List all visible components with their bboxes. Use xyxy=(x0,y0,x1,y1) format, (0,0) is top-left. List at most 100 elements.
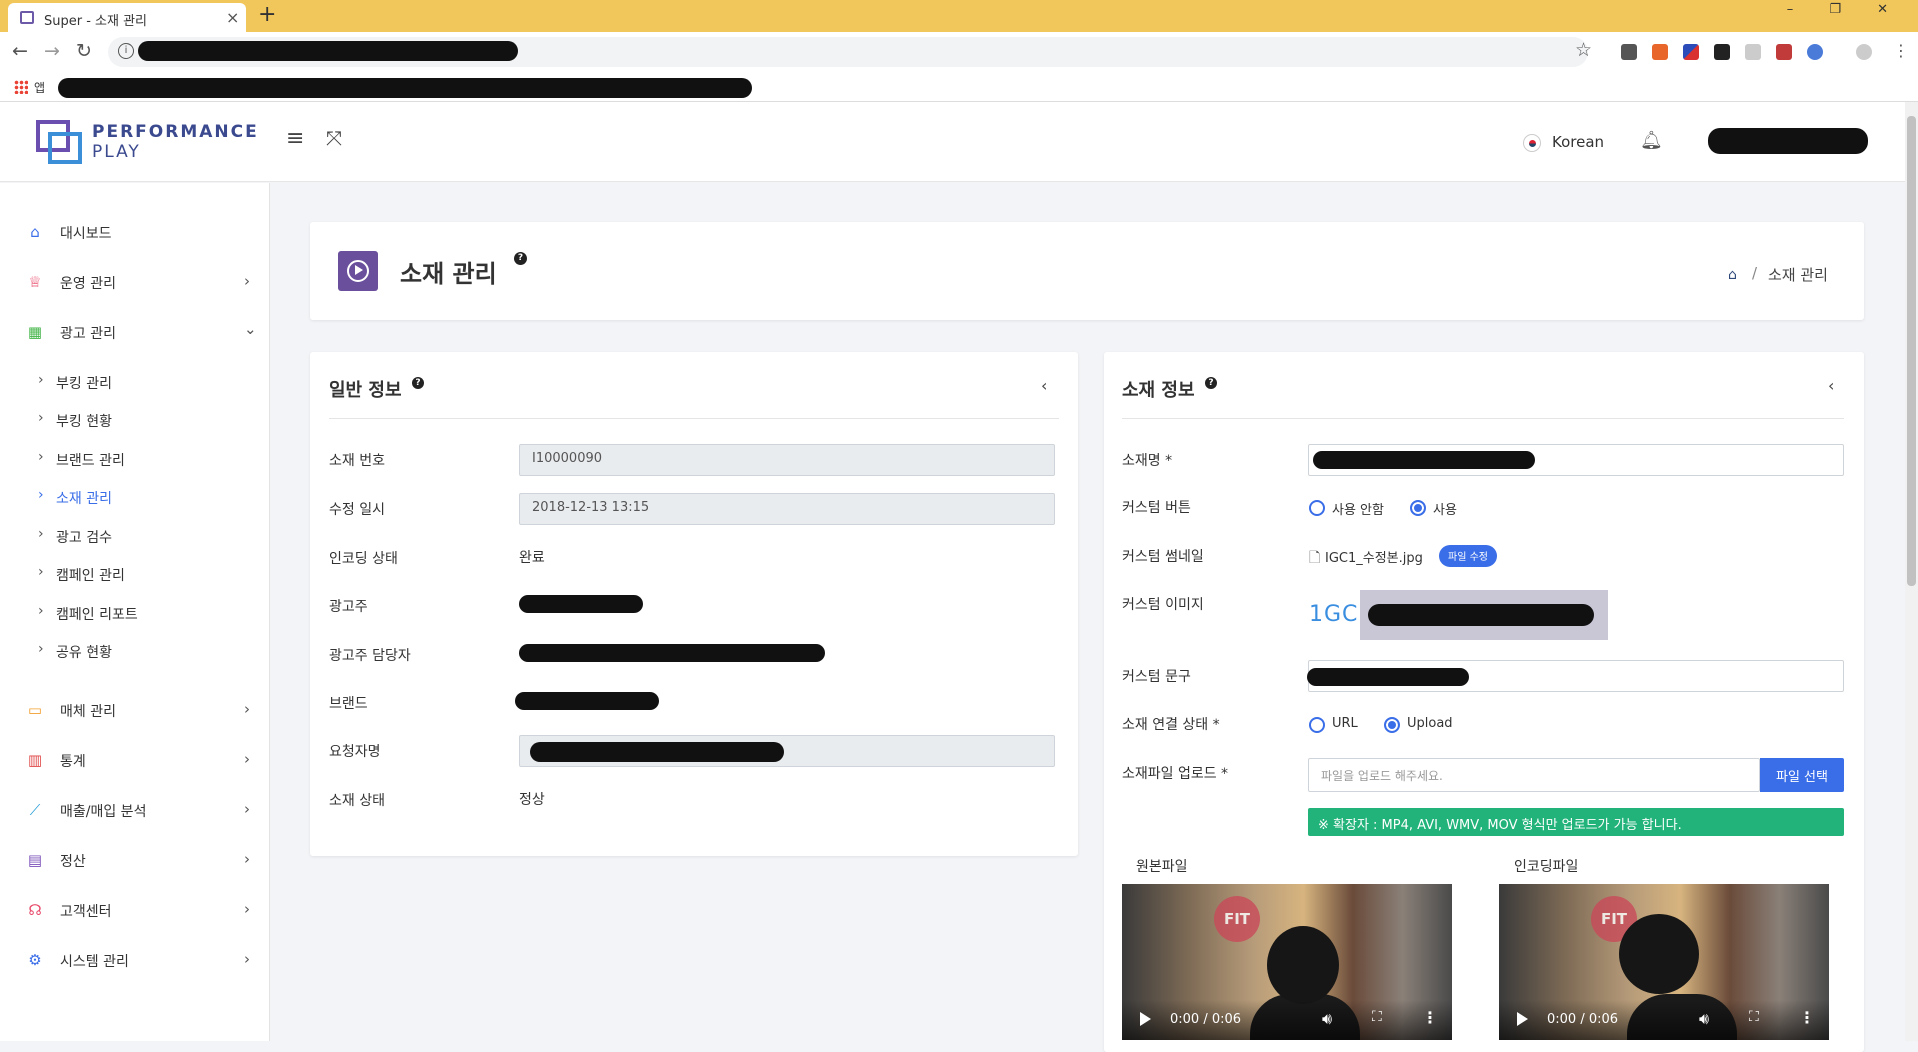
volume-icon[interactable]: 🔊︎ xyxy=(1322,1009,1332,1029)
help-icon[interactable]: ? xyxy=(412,377,424,389)
sidebar-subitem-brand[interactable]: › 브랜드 관리 xyxy=(0,444,270,476)
monitor-icon: ▭ xyxy=(27,701,43,719)
extension-icon[interactable] xyxy=(1621,44,1637,60)
sidebar-item-label: 대시보드 xyxy=(60,226,112,242)
page-scrollbar[interactable] xyxy=(1905,102,1918,1041)
radio-label[interactable]: 사용 안함 xyxy=(1332,499,1384,518)
back-arrow-icon[interactable]: ← xyxy=(12,40,28,62)
sidebar-item-dashboard[interactable]: ⌂ 대시보드 xyxy=(0,213,270,253)
site-info-icon[interactable]: i xyxy=(118,43,134,59)
sidebar-item-label: 운영 관리 xyxy=(60,276,116,292)
sidebar-subitem-ad-review[interactable]: › 광고 검수 xyxy=(0,521,270,553)
material-name-input[interactable] xyxy=(1308,444,1844,476)
custom-phrase-input[interactable] xyxy=(1307,660,1844,692)
sidebar-item-system[interactable]: ⚙ 시스템 관리 › xyxy=(0,941,270,981)
profile-avatar[interactable] xyxy=(1856,44,1872,60)
apps-label[interactable]: 앱 xyxy=(34,79,45,96)
more-options-icon[interactable]: ⋮ xyxy=(1799,1008,1815,1027)
help-icon[interactable]: ? xyxy=(514,252,527,265)
upload-file-input[interactable]: 파일을 업로드 해주세요. xyxy=(1308,758,1760,792)
forward-arrow-icon[interactable]: → xyxy=(44,40,60,62)
language-selector[interactable]: Korean xyxy=(1552,133,1604,151)
redacted-url xyxy=(138,41,518,61)
apps-grid-icon[interactable] xyxy=(14,80,28,94)
field-label: 커스텀 문구 xyxy=(1122,669,1191,685)
sidebar-item-support[interactable]: ☊ 고객센터 › xyxy=(0,891,270,931)
sidebar-subitem-campaign[interactable]: › 캠페인 관리 xyxy=(0,559,270,591)
bell-icon[interactable]: 🔔︎ xyxy=(1640,130,1663,151)
fullscreen-icon[interactable]: ⛶ xyxy=(1749,1009,1759,1025)
sidebar-item-media[interactable]: ▭ 매체 관리 › xyxy=(0,691,270,731)
sidebar-item-settlement[interactable]: ▤ 정산 › xyxy=(0,841,270,881)
tab-close-icon[interactable]: × xyxy=(226,8,239,27)
sidebar-subitem-booking[interactable]: › 부킹 관리 xyxy=(0,367,270,399)
section-divider xyxy=(1122,418,1844,419)
field-label: 소재명 * xyxy=(1122,453,1173,469)
new-tab-button[interactable]: + xyxy=(258,2,276,27)
radio-label[interactable]: URL xyxy=(1332,716,1358,731)
chevron-right-icon: › xyxy=(38,641,44,657)
reload-icon[interactable]: ↻ xyxy=(76,40,92,62)
calculator-icon: ▤ xyxy=(27,851,43,869)
video-time: 0:00 / 0:06 xyxy=(1547,1012,1619,1027)
extension-icon[interactable] xyxy=(1714,44,1730,60)
original-video-player[interactable]: FIT 0:00 / 0:06 🔊︎ ⛶ ⋮ xyxy=(1122,884,1452,1040)
custom-button-on-radio[interactable] xyxy=(1410,500,1426,516)
field-label: 수정 일시 xyxy=(329,502,385,518)
material-status-value: 정상 xyxy=(519,792,545,808)
radio-label[interactable]: Upload xyxy=(1407,716,1453,731)
extension-icon[interactable] xyxy=(1776,44,1792,60)
sidebar-subitem-booking-status[interactable]: › 부킹 현황 xyxy=(0,405,270,437)
collapse-chevron-icon[interactable]: ‹ xyxy=(1041,376,1047,395)
link-upload-radio[interactable] xyxy=(1384,717,1400,733)
collapse-chevron-icon[interactable]: ‹ xyxy=(1828,376,1834,395)
field-label: 소재 상태 xyxy=(329,793,385,809)
logo-icon[interactable] xyxy=(36,120,82,164)
extension-icon[interactable] xyxy=(1807,44,1823,60)
chevron-right-icon: › xyxy=(38,564,44,580)
fullscreen-icon[interactable]: ⛶ xyxy=(1372,1009,1382,1025)
browser-tab[interactable]: Super - 소재 관리 × xyxy=(8,3,246,32)
extension-icon[interactable] xyxy=(1745,44,1761,60)
hamburger-menu-icon[interactable]: ≡ xyxy=(286,126,304,151)
choose-file-button[interactable]: 파일 선택 xyxy=(1760,758,1844,792)
custom-button-off-radio[interactable] xyxy=(1309,500,1325,516)
encoding-status-value: 완료 xyxy=(519,550,545,566)
window-controls[interactable]: – ❐ ✕ xyxy=(1787,2,1904,17)
more-options-icon[interactable]: ⋮ xyxy=(1422,1008,1438,1027)
material-name-redacted xyxy=(1313,451,1535,469)
bookmark-star-icon[interactable]: ☆ xyxy=(1575,39,1592,61)
play-icon[interactable] xyxy=(1517,1012,1528,1026)
user-menu[interactable] xyxy=(1708,128,1868,154)
sidebar-subitem-sharing[interactable]: › 공유 현황 xyxy=(0,636,270,668)
field-label: 광고주 xyxy=(329,599,368,615)
extension-icon[interactable] xyxy=(1683,44,1699,60)
sidebar-item-label: 통계 xyxy=(60,754,86,770)
field-label: 요청자명 xyxy=(329,744,381,760)
radio-label[interactable]: 사용 xyxy=(1433,499,1457,518)
play-icon[interactable] xyxy=(1140,1012,1151,1026)
browser-menu-icon[interactable]: ⋮ xyxy=(1893,41,1909,60)
chevron-right-icon: › xyxy=(38,526,44,542)
sidebar-subitem-campaign-report[interactable]: › 캠페인 리포트 xyxy=(0,598,270,630)
breadcrumb-home-icon[interactable]: ⌂ xyxy=(1728,267,1737,283)
sidebar-item-sales-analysis[interactable]: ⟋ 매출/매입 분석 › xyxy=(0,791,270,831)
fullscreen-icon[interactable]: ⤧ xyxy=(326,126,342,150)
sidebar-item-operations[interactable]: ♕ 운영 관리 › xyxy=(0,263,270,303)
encoded-video-player[interactable]: FIT 0:00 / 0:06 🔊︎ ⛶ ⋮ xyxy=(1499,884,1829,1040)
extension-icon[interactable] xyxy=(1652,44,1668,60)
chevron-right-icon: › xyxy=(244,750,250,768)
korea-flag-icon[interactable] xyxy=(1523,134,1541,152)
volume-icon[interactable]: 🔊︎ xyxy=(1699,1009,1709,1029)
link-url-radio[interactable] xyxy=(1309,717,1325,733)
video-redacted-face xyxy=(1619,914,1699,994)
edit-file-button[interactable]: 파일 수정 xyxy=(1439,545,1497,567)
scrollbar-thumb[interactable] xyxy=(1907,116,1916,586)
field-label: 커스텀 썸네일 xyxy=(1122,549,1204,565)
original-file-label: 원본파일 xyxy=(1136,859,1188,875)
sidebar-item-ads[interactable]: ▦ 광고 관리 ⌄ xyxy=(0,313,270,353)
url-input[interactable]: i xyxy=(108,37,1588,67)
help-icon[interactable]: ? xyxy=(1205,377,1217,389)
sidebar-subitem-material[interactable]: › 소재 관리 xyxy=(0,482,270,514)
sidebar-item-stats[interactable]: ▥ 통계 › xyxy=(0,741,270,781)
